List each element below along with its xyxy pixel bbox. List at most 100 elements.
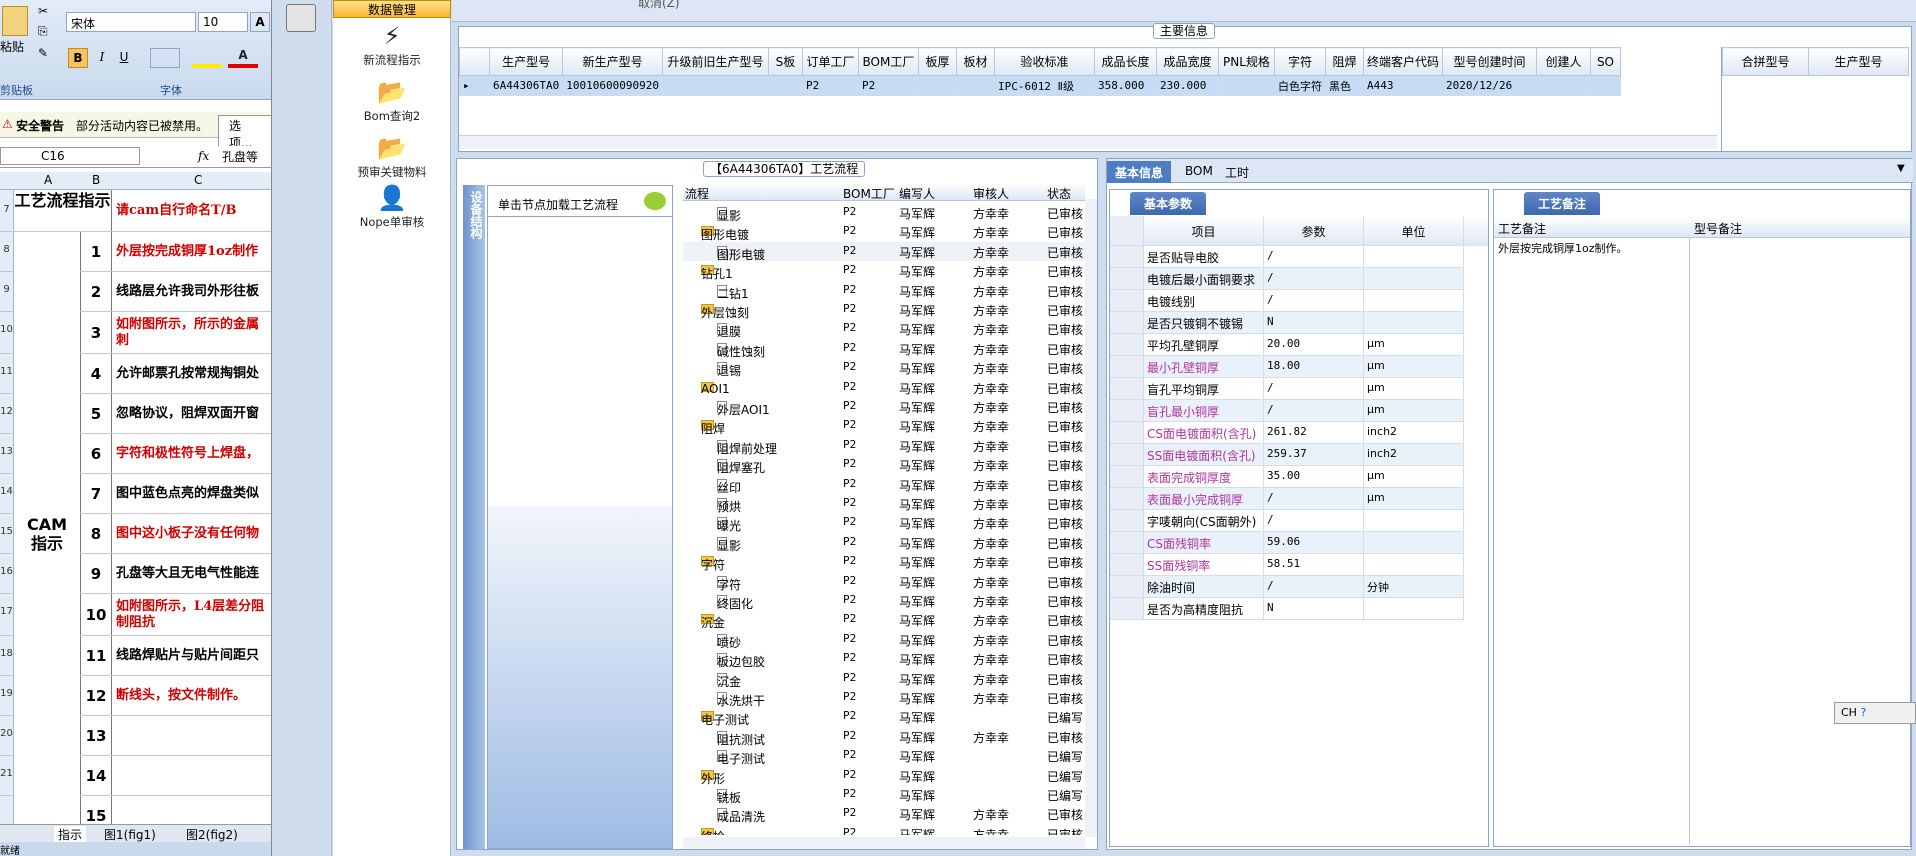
node-load-panel[interactable]: 单击节点加载工艺流程 <box>487 185 673 849</box>
row-selector[interactable] <box>1110 334 1144 356</box>
remarks-col-model[interactable]: 型号备注 <box>1694 220 1742 237</box>
grid-cell[interactable]: 10010600090920 <box>562 75 663 96</box>
param-value[interactable]: / <box>1264 488 1364 510</box>
table-cell[interactable]: 如附图所示，L4层差分阻 制阻抗 <box>114 594 271 635</box>
grid-col-header[interactable]: 板厚 <box>917 47 957 76</box>
paste-button[interactable]: 粘贴 <box>0 38 24 55</box>
row-number[interactable]: 19 <box>0 676 14 715</box>
param-row[interactable]: 盲孔最小铜厚 / μm <box>1110 400 1488 422</box>
row-number[interactable]: 7 <box>0 190 14 231</box>
param-value[interactable]: / <box>1264 246 1364 268</box>
table-cell[interactable] <box>114 716 271 755</box>
step-number[interactable]: 2 <box>80 272 112 311</box>
copy-icon[interactable]: ⎘ <box>38 24 48 39</box>
row-number[interactable]: 18 <box>0 636 14 675</box>
grid-cell[interactable] <box>1217 75 1275 96</box>
param-value[interactable]: / <box>1264 378 1364 400</box>
grid-col-header[interactable]: 生产型号 <box>488 47 564 76</box>
grid-cell[interactable] <box>661 75 769 96</box>
row-number[interactable]: 12 <box>0 394 14 433</box>
row-selector[interactable] <box>1110 510 1144 532</box>
row-selector[interactable] <box>1110 488 1144 510</box>
tree-col-bom[interactable]: BOM工厂 <box>843 185 895 202</box>
tree-row[interactable]: 二钻1 P2 马军辉 方幸幸 已审核 <box>683 281 1085 301</box>
row-selector[interactable] <box>1110 268 1144 290</box>
grid-cell[interactable]: 白色字符 <box>1273 75 1326 96</box>
tree-row[interactable]: −终检P2马军辉方幸幸已审核 <box>683 824 1085 835</box>
font-name-select[interactable]: 宋体 <box>66 12 196 32</box>
grid-cell[interactable] <box>917 75 957 96</box>
tree-row[interactable]: 阻焊塞孔 P2 马军辉 方幸幸 已审核 <box>683 455 1085 475</box>
step-number[interactable]: 14 <box>80 756 112 795</box>
table-cell[interactable]: 字符和极性符号上焊盘， <box>114 434 271 473</box>
tree-row[interactable]: −外形P2马军辉已编写 <box>683 766 1085 786</box>
grid-cell[interactable]: P2 <box>801 75 859 96</box>
paste-icon[interactable] <box>2 6 28 36</box>
grid-col-header[interactable]: 字符 <box>1273 47 1326 76</box>
step-number[interactable]: 11 <box>80 636 112 675</box>
grid-col-header[interactable]: 终端客户代码 <box>1362 47 1443 76</box>
grow-font-icon[interactable]: A <box>250 12 270 32</box>
grid-cell[interactable]: 2020/12/26 <box>1441 75 1537 96</box>
tree-row[interactable]: 外层AOI1 P2 马军辉 方幸幸 已审核 <box>683 397 1085 417</box>
table-cell[interactable]: 线路层允许我司外形往板 <box>114 272 271 311</box>
step-number[interactable]: 15 <box>80 796 112 824</box>
tree-row[interactable]: −沉金P2马军辉方幸幸已审核 <box>683 610 1085 630</box>
tree-row[interactable]: 退膜 P2 马军辉 方幸幸 已审核 <box>683 319 1085 339</box>
row-number[interactable]: 15 <box>0 514 14 553</box>
param-value[interactable]: / <box>1264 576 1364 598</box>
col-header-b[interactable]: B <box>92 173 100 187</box>
table-cell[interactable]: 允许邮票孔按常规掏铜处 <box>114 354 271 393</box>
param-row[interactable]: SS面残铜率 58.51 <box>1110 554 1488 576</box>
grid-cell[interactable]: P2 <box>857 75 919 96</box>
tree-row[interactable]: −电子测试P2马军辉已编写 <box>683 707 1085 727</box>
row-number[interactable]: 14 <box>0 474 14 513</box>
grid-cell[interactable] <box>955 75 995 96</box>
tree-row[interactable]: 曝光 P2 马军辉 方幸幸 已审核 <box>683 513 1085 533</box>
table-cell[interactable]: 孔盘等大且无电气性能连 <box>114 554 271 593</box>
cancel-label[interactable]: 取消(Z) <box>638 0 680 11</box>
tree-row[interactable]: 字符 P2 马军辉 方幸幸 已审核 <box>683 572 1085 592</box>
step-number[interactable]: 7 <box>80 474 112 513</box>
param-row[interactable]: SS面电镀面积(含孔) 259.37 inch2 <box>1110 444 1488 466</box>
sheet-tab[interactable]: 指示 <box>54 826 87 843</box>
nav-item[interactable]: 👤 Nope单审核 <box>333 184 451 230</box>
param-value[interactable]: / <box>1264 510 1364 532</box>
tree-col-reviewer[interactable]: 审核人 <box>973 185 1009 202</box>
col-header-c[interactable]: C <box>194 173 202 187</box>
row-selector[interactable] <box>1110 378 1144 400</box>
table-cell[interactable] <box>114 796 271 824</box>
row-selector[interactable] <box>1110 356 1144 378</box>
param-row[interactable]: 最小孔壁铜厚 18.00 μm <box>1110 356 1488 378</box>
grid-col-header[interactable]: PNL规格 <box>1217 47 1275 76</box>
grid-cell[interactable] <box>1589 75 1621 96</box>
tree-row[interactable]: 图形电镀 P2 马军辉 方幸幸 已审核 <box>683 241 1085 262</box>
tree-row[interactable]: 预烘 P2 马军辉 方幸幸 已审核 <box>683 494 1085 514</box>
tree-row[interactable]: −钻孔1P2马军辉方幸幸已审核 <box>683 261 1085 281</box>
grid-cell[interactable] <box>1535 75 1591 96</box>
tree-row[interactable]: 电子测试 P2 马军辉 已编写 <box>683 746 1085 766</box>
tree-horizontal-scrollbar[interactable] <box>683 837 1085 849</box>
tree-row[interactable]: 阻焊前处理 P2 马军辉 方幸幸 已审核 <box>683 436 1085 456</box>
param-value[interactable]: / <box>1264 290 1364 312</box>
merge-grid[interactable]: 合拼型号 生产型号 <box>1721 47 1911 151</box>
row-selector[interactable] <box>1110 422 1144 444</box>
param-row[interactable]: 是否贴导电胶 / <box>1110 246 1488 268</box>
tree-col-writer[interactable]: 编写人 <box>899 185 935 202</box>
param-value[interactable]: 259.37 <box>1264 444 1364 466</box>
grid-cell[interactable]: 黑色 <box>1324 75 1364 96</box>
step-number[interactable]: 4 <box>80 354 112 393</box>
font-size-select[interactable]: 10 <box>198 12 248 32</box>
tree-row[interactable]: 铣板 P2 马军辉 已编写 <box>683 785 1085 805</box>
sheet-tab[interactable]: 图1(fig1) <box>100 826 160 843</box>
param-row[interactable]: 平均孔壁铜厚 20.00 μm <box>1110 334 1488 356</box>
italic-button[interactable]: I <box>92 48 112 68</box>
param-value[interactable]: 18.00 <box>1264 356 1364 378</box>
row-selector[interactable] <box>1110 400 1144 422</box>
param-col-value[interactable]: 参数 <box>1264 216 1364 246</box>
row-selector[interactable] <box>1110 246 1144 268</box>
row-selector[interactable] <box>1110 466 1144 488</box>
col-header-a[interactable]: A <box>44 173 52 187</box>
merge-col-header[interactable]: 生产型号 <box>1808 47 1909 76</box>
step-number[interactable]: 9 <box>80 554 112 593</box>
